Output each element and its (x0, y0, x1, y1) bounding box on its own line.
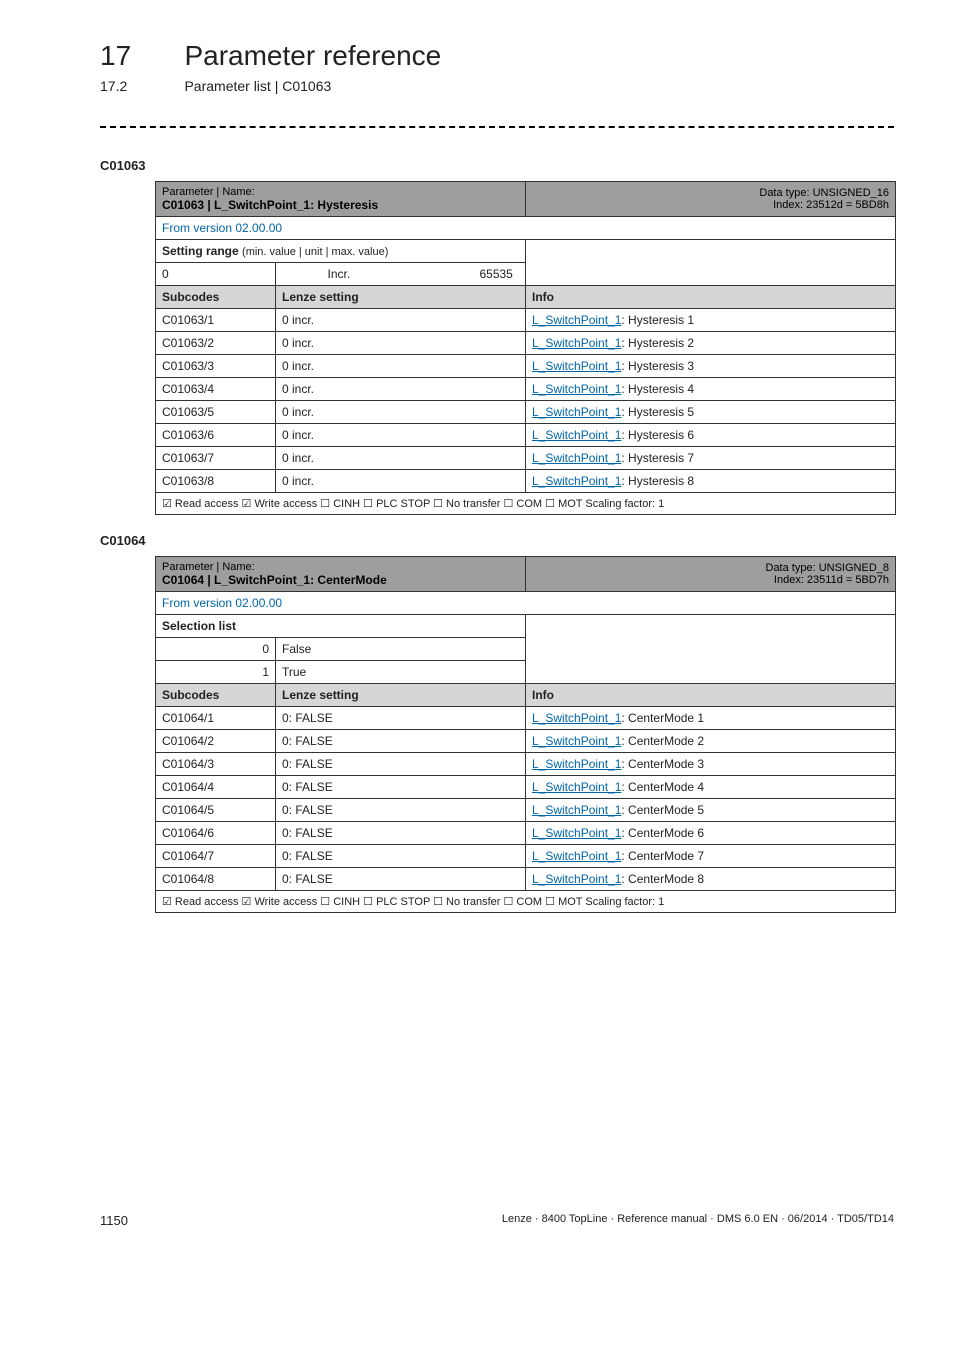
footer-text: Lenze · 8400 TopLine · Reference manual … (502, 1213, 894, 1228)
link[interactable]: L_SwitchPoint_1 (532, 451, 621, 465)
link[interactable]: L_SwitchPoint_1 (532, 313, 621, 327)
link[interactable]: L_SwitchPoint_1 (532, 428, 621, 442)
param-table-c01064: Parameter | Name: C01064 | L_SwitchPoint… (155, 556, 896, 913)
col-lenze: Lenze setting (276, 684, 526, 707)
selection-list-label: Selection list (156, 615, 526, 638)
link[interactable]: L_SwitchPoint_1 (532, 849, 621, 863)
access-flags: ☑ Read access ☑ Write access ☐ CINH ☐ PL… (156, 891, 896, 913)
version: From version 02.00.00 (156, 217, 896, 240)
col-subcodes: Subcodes (156, 684, 276, 707)
table-row: C01063/70 incr.L_SwitchPoint_1: Hysteres… (156, 447, 896, 470)
link[interactable]: L_SwitchPoint_1 (532, 711, 621, 725)
link[interactable]: L_SwitchPoint_1 (532, 780, 621, 794)
table-row: C01064/40: FALSEL_SwitchPoint_1: CenterM… (156, 776, 896, 799)
link[interactable]: L_SwitchPoint_1 (532, 734, 621, 748)
table-row: C01063/40 incr.L_SwitchPoint_1: Hysteres… (156, 378, 896, 401)
range-label: Setting range (162, 244, 239, 258)
link[interactable]: L_SwitchPoint_1 (532, 336, 621, 350)
divider (100, 126, 894, 128)
table-row: C01064/30: FALSEL_SwitchPoint_1: CenterM… (156, 753, 896, 776)
link[interactable]: L_SwitchPoint_1 (532, 359, 621, 373)
chapter-title: Parameter reference (184, 40, 441, 72)
chapter-number: 17 (100, 40, 180, 72)
col-lenze: Lenze setting (276, 286, 526, 309)
param-name: C01064 | L_SwitchPoint_1: CenterMode (162, 573, 387, 587)
param-label: Parameter | Name: (162, 186, 255, 198)
col-info: Info (526, 684, 896, 707)
col-subcodes: Subcodes (156, 286, 276, 309)
table-row: C01063/10 incr.L_SwitchPoint_1: Hysteres… (156, 309, 896, 332)
param-table-c01063: Parameter | Name: C01063 | L_SwitchPoint… (155, 181, 896, 515)
param-index: Index: 23512d = 5BD8h (773, 199, 889, 211)
table-row: C01064/70: FALSEL_SwitchPoint_1: CenterM… (156, 845, 896, 868)
link[interactable]: L_SwitchPoint_1 (532, 872, 621, 886)
section-title: Parameter list | C01063 (184, 78, 331, 94)
link[interactable]: L_SwitchPoint_1 (532, 382, 621, 396)
table-header-row: Parameter | Name: C01064 | L_SwitchPoint… (156, 557, 896, 592)
link[interactable]: L_SwitchPoint_1 (532, 826, 621, 840)
section-code: C01064 (100, 533, 894, 548)
link[interactable]: L_SwitchPoint_1 (532, 405, 621, 419)
link[interactable]: L_SwitchPoint_1 (532, 757, 621, 771)
access-flags: ☑ Read access ☑ Write access ☐ CINH ☐ PL… (156, 493, 896, 515)
param-datatype: Data type: UNSIGNED_16 (759, 187, 889, 199)
selection-num: 1 (156, 661, 276, 684)
selection-val: False (276, 638, 526, 661)
table-header-row: Parameter | Name: C01063 | L_SwitchPoint… (156, 182, 896, 217)
selection-val: True (276, 661, 526, 684)
table-row: C01064/60: FALSEL_SwitchPoint_1: CenterM… (156, 822, 896, 845)
section-code: C01063 (100, 158, 894, 173)
selection-num: 0 (156, 638, 276, 661)
param-index: Index: 23511d = 5BD7h (774, 574, 889, 586)
link[interactable]: L_SwitchPoint_1 (532, 803, 621, 817)
param-datatype: Data type: UNSIGNED_8 (766, 562, 890, 574)
table-row: C01064/10: FALSEL_SwitchPoint_1: CenterM… (156, 707, 896, 730)
param-name: C01063 | L_SwitchPoint_1: Hysteresis (162, 198, 378, 212)
range-min: 0 (156, 263, 276, 286)
range-max: 65535 (399, 267, 513, 281)
page-footer: 1150 Lenze · 8400 TopLine · Reference ma… (100, 1213, 894, 1228)
section-number: 17.2 (100, 78, 180, 94)
col-info: Info (526, 286, 896, 309)
table-row: C01063/20 incr.L_SwitchPoint_1: Hysteres… (156, 332, 896, 355)
table-row: C01063/60 incr.L_SwitchPoint_1: Hysteres… (156, 424, 896, 447)
range-unit: Incr. (282, 267, 396, 281)
link[interactable]: L_SwitchPoint_1 (532, 474, 621, 488)
range-suffix: (min. value | unit | max. value) (242, 246, 388, 258)
table-row: C01063/30 incr.L_SwitchPoint_1: Hysteres… (156, 355, 896, 378)
table-row: C01064/50: FALSEL_SwitchPoint_1: CenterM… (156, 799, 896, 822)
param-label: Parameter | Name: (162, 561, 255, 573)
table-row: C01064/20: FALSEL_SwitchPoint_1: CenterM… (156, 730, 896, 753)
table-row: C01064/80: FALSEL_SwitchPoint_1: CenterM… (156, 868, 896, 891)
table-row: C01063/50 incr.L_SwitchPoint_1: Hysteres… (156, 401, 896, 424)
page-number: 1150 (100, 1213, 128, 1228)
page-header: 17 Parameter reference 17.2 Parameter li… (100, 40, 894, 96)
version: From version 02.00.00 (156, 592, 896, 615)
table-row: C01063/80 incr.L_SwitchPoint_1: Hysteres… (156, 470, 896, 493)
